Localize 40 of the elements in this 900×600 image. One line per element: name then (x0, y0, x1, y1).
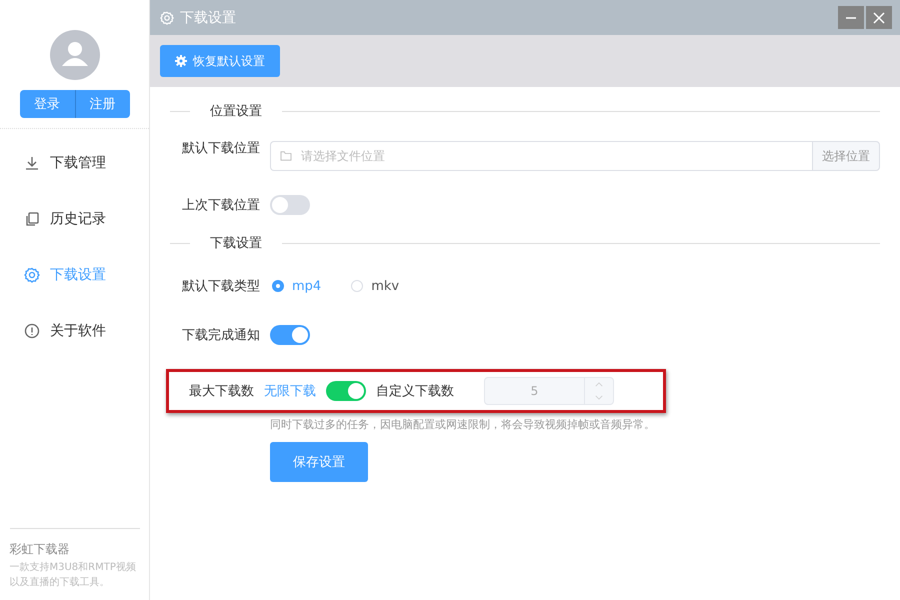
field-label: 默认下载位置 (181, 140, 260, 157)
location-field[interactable]: 请选择文件位置 (270, 141, 812, 171)
choose-location-button[interactable]: 选择位置 (812, 141, 880, 171)
app-description: 一款支持M3U8和RMTP视频以及直播的下载工具。 (10, 560, 137, 590)
app-name: 彩虹下载器 (10, 541, 70, 558)
toggle-switch[interactable] (270, 195, 310, 215)
download-icon (24, 155, 40, 171)
section-title: 位置设置 (209, 103, 263, 120)
sidebar-item[interactable]: 历史记录 (0, 191, 149, 247)
reset-defaults-button[interactable]: 恢复默认设置 (160, 45, 280, 77)
option-label: 自定义下载数 (376, 383, 454, 400)
field-label: 最大下载数 (188, 383, 254, 400)
sidebar-item[interactable]: 关于软件 (0, 303, 149, 359)
close-icon (873, 12, 885, 24)
login-button[interactable]: 登录 (20, 90, 74, 118)
field-label: 上次下载位置 (181, 197, 260, 214)
folder-icon (280, 151, 292, 161)
window-title: 下载设置 (180, 8, 236, 26)
sidebar-item[interactable]: 下载设置 (0, 247, 149, 303)
option-label: 无限下载 (264, 383, 316, 400)
copy-icon (24, 211, 40, 227)
settings-icon (160, 10, 174, 24)
radio-option[interactable]: mp4 (272, 278, 322, 294)
sidebar-item[interactable]: 下载管理 (0, 135, 149, 191)
info-icon (24, 323, 40, 339)
toggle-switch[interactable] (270, 325, 310, 345)
avatar-icon (50, 30, 100, 80)
save-button[interactable]: 保存设置 (270, 442, 368, 482)
settings-icon (24, 267, 40, 283)
register-button[interactable]: 注册 (74, 90, 130, 118)
field-label: 下载完成通知 (181, 327, 260, 344)
number-field[interactable]: 5 (484, 377, 614, 405)
close-button[interactable] (866, 6, 892, 29)
section-title: 下载设置 (209, 235, 263, 252)
radio-option[interactable]: mkv (351, 278, 400, 294)
field-label: 默认下载类型 (181, 278, 260, 295)
minimize-button[interactable] (838, 6, 864, 29)
gear-icon (175, 55, 187, 67)
toggle-switch[interactable] (326, 381, 366, 401)
hint-text: 同时下载过多的任务，因电脑配置或网速限制，将会导致视频掉帧或音频异常。 (270, 417, 656, 432)
